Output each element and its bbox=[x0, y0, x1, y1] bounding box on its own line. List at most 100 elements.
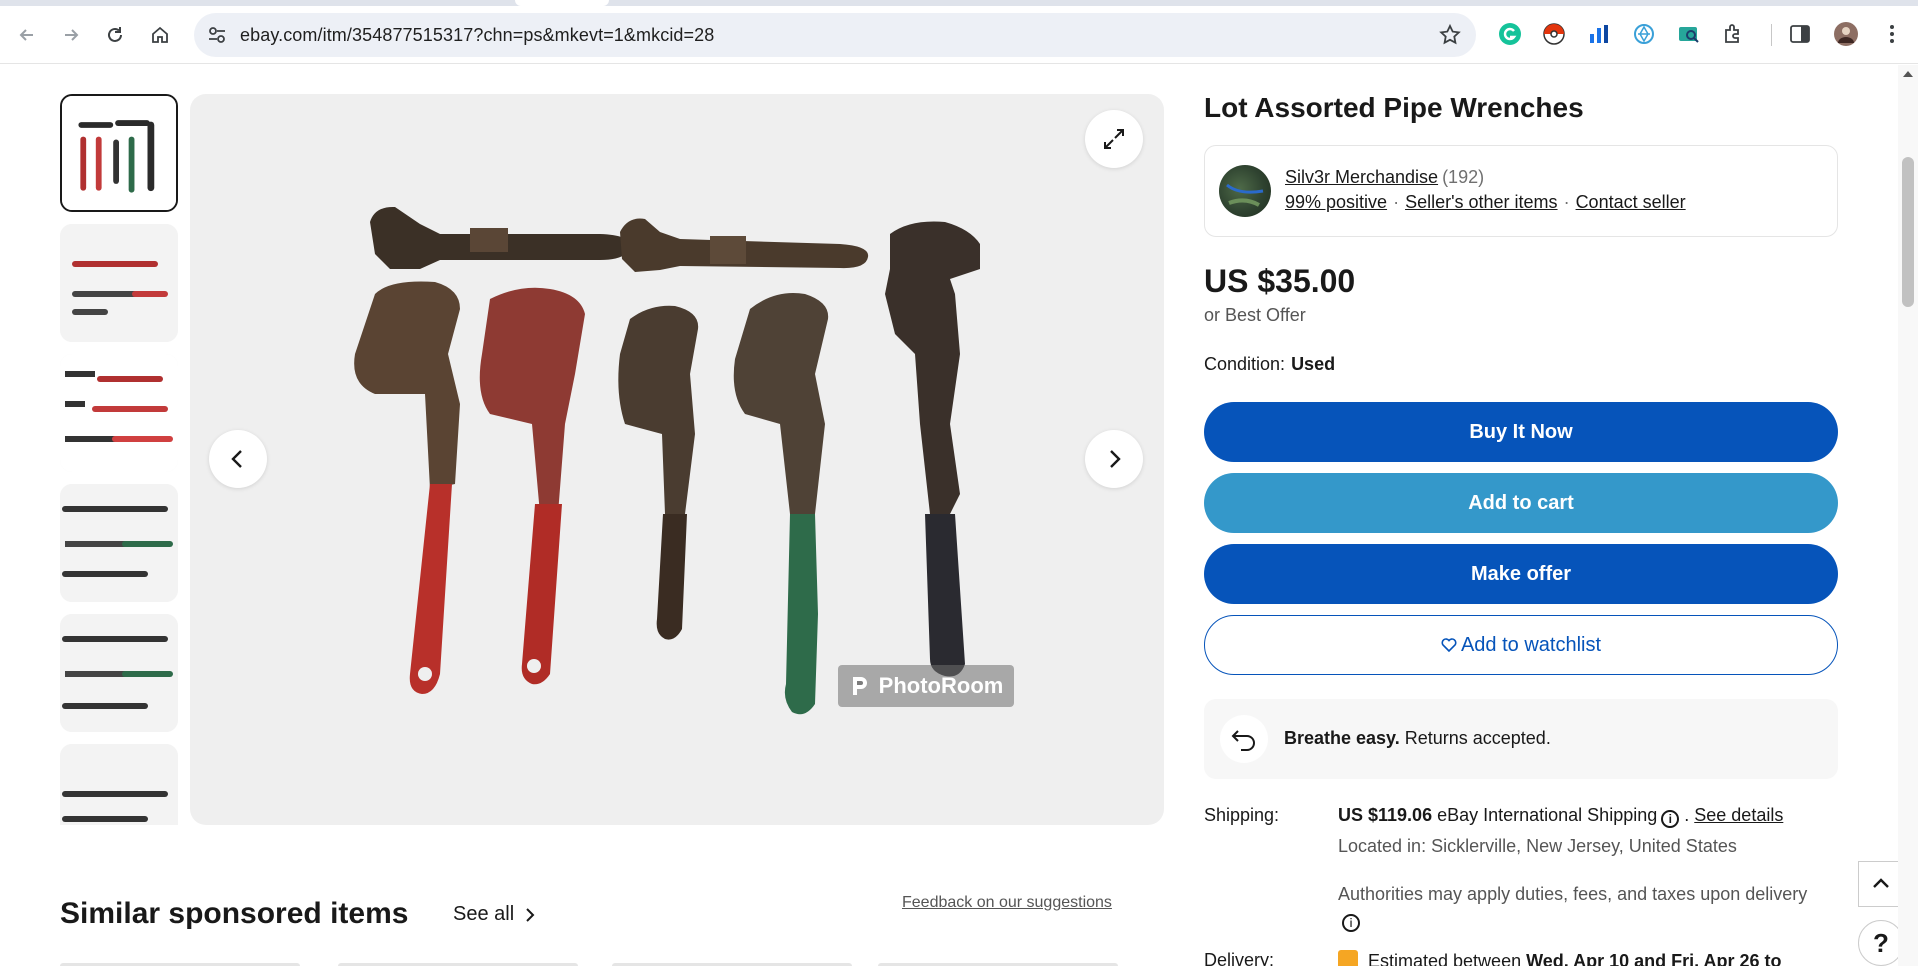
thumbnail-2[interactable] bbox=[60, 224, 178, 342]
monkey-wrench-dark bbox=[885, 221, 980, 677]
chevron-left-icon bbox=[231, 450, 242, 468]
grammarly-icon[interactable] bbox=[1498, 22, 1522, 46]
question-mark-icon: ? bbox=[1873, 927, 1889, 958]
photoroom-logo-icon bbox=[852, 677, 867, 695]
heart-icon bbox=[1441, 638, 1457, 653]
add-to-cart-button[interactable]: Add to cart bbox=[1204, 473, 1838, 533]
feedback-on-suggestions-link[interactable]: Feedback on our suggestions bbox=[902, 894, 1112, 912]
product-photo bbox=[354, 206, 980, 715]
duties-notice: Authorities may apply duties, fees, and … bbox=[1338, 882, 1808, 932]
thumbnail-6[interactable] bbox=[60, 744, 178, 825]
chart-icon[interactable] bbox=[1587, 22, 1611, 46]
page-scrollbar[interactable] bbox=[1898, 65, 1918, 966]
delivery-info: Estimated between Wed, Apr 10 and Fri, A… bbox=[1338, 950, 1781, 966]
puzzle-icon[interactable] bbox=[1722, 22, 1746, 46]
site-settings-icon[interactable] bbox=[206, 24, 228, 46]
best-offer-text: or Best Offer bbox=[1204, 305, 1306, 325]
shipping-amount: US $119.06 bbox=[1338, 805, 1433, 825]
next-image-button[interactable] bbox=[1085, 430, 1143, 488]
tab-strip bbox=[0, 0, 1918, 6]
thumbnail-4[interactable] bbox=[60, 484, 178, 602]
arrow-left-icon bbox=[19, 29, 33, 41]
item-price: US $35.00 bbox=[1204, 263, 1356, 299]
url-text: ebay.com/itm/354877515317?chn=ps&mkevt=1… bbox=[240, 25, 715, 45]
duties-text: Authorities may apply duties, fees, and … bbox=[1338, 884, 1808, 904]
seller-name-link[interactable]: Silv3r Merchandise bbox=[1285, 167, 1438, 187]
condition-row: Condition: Used bbox=[1204, 354, 1335, 375]
condition-label: Condition: bbox=[1204, 354, 1286, 374]
returns-text: Breathe easy. Returns accepted. bbox=[1284, 728, 1551, 749]
thumbnail-5[interactable] bbox=[60, 614, 178, 732]
scrollbar-thumb[interactable] bbox=[1902, 157, 1914, 307]
main-product-image[interactable]: PhotoRoom bbox=[190, 94, 1164, 825]
delivery-dates: Wed, Apr 10 and Fri, Apr 26 to bbox=[1526, 951, 1782, 966]
returns-rest-text: Returns accepted. bbox=[1399, 728, 1551, 748]
chevron-right-icon bbox=[1110, 450, 1121, 468]
arrow-right-icon bbox=[65, 29, 79, 41]
gem-icon[interactable] bbox=[1632, 22, 1656, 46]
seller-avatar[interactable] bbox=[1219, 165, 1271, 217]
thumbnail-1[interactable] bbox=[60, 94, 178, 212]
chevron-right-icon bbox=[526, 907, 535, 922]
shipping-label: Shipping: bbox=[1204, 805, 1280, 825]
similar-items-heading: Similar sponsored items bbox=[60, 897, 409, 930]
watchlist-label: Add to watchlist bbox=[1460, 633, 1602, 656]
make-offer-button[interactable]: Make offer bbox=[1204, 544, 1838, 604]
seller-feedback-count: (192) bbox=[1442, 167, 1485, 187]
active-tab[interactable] bbox=[515, 0, 609, 6]
forward-button[interactable] bbox=[54, 18, 88, 52]
toolbar-divider bbox=[1771, 24, 1772, 46]
watermark-text: PhotoRoom bbox=[878, 673, 1004, 698]
back-button[interactable] bbox=[10, 18, 44, 52]
side-panel-icon[interactable] bbox=[1788, 22, 1812, 46]
delivery-flag-icon bbox=[1338, 950, 1358, 966]
returns-banner: Breathe easy. Returns accepted. bbox=[1204, 699, 1838, 779]
separator-dot: · bbox=[1393, 192, 1400, 212]
contact-seller-link[interactable]: Contact seller bbox=[1576, 192, 1686, 212]
separator-dot: · bbox=[1563, 192, 1570, 212]
see-all-link[interactable]: See all bbox=[453, 903, 538, 926]
returns-bold-text: Breathe easy. bbox=[1284, 728, 1400, 748]
home-button[interactable] bbox=[143, 18, 177, 52]
browser-toolbar: ebay.com/itm/354877515317?chn=ps&mkevt=1… bbox=[0, 0, 1918, 64]
scroll-up-arrow-icon[interactable] bbox=[1903, 71, 1913, 77]
see-all-label: See all bbox=[453, 903, 515, 925]
seller-positive-feedback-link[interactable]: 99% positive bbox=[1285, 192, 1387, 212]
fullscreen-button[interactable] bbox=[1085, 110, 1143, 168]
seller-name-row: Silv3r Merchandise (192) bbox=[1285, 167, 1484, 188]
pipe-wrench-red-1 bbox=[354, 281, 460, 694]
thumbnail-3[interactable] bbox=[60, 354, 178, 472]
return-arrow-icon bbox=[1220, 715, 1268, 763]
delivery-label: Delivery: bbox=[1204, 950, 1275, 966]
info-icon[interactable]: i bbox=[1342, 914, 1360, 932]
previous-image-button[interactable] bbox=[209, 430, 267, 488]
shipping-separator: . bbox=[1679, 805, 1695, 825]
profile-avatar[interactable] bbox=[1834, 22, 1858, 46]
seller-other-items-link[interactable]: Seller's other items bbox=[1405, 192, 1558, 212]
listing-title: Lot Assorted Pipe Wrenches bbox=[1204, 92, 1584, 123]
pipe-wrench-green bbox=[733, 293, 829, 715]
add-to-watchlist-button[interactable]: Add to watchlist bbox=[1204, 615, 1838, 675]
reload-icon bbox=[108, 27, 122, 42]
more-menu-icon[interactable] bbox=[1880, 22, 1904, 46]
pokeball-icon[interactable] bbox=[1542, 22, 1566, 46]
seller-card: Silv3r Merchandise (192) 99% positive · Sel… bbox=[1204, 145, 1838, 237]
see-details-link[interactable]: See details bbox=[1694, 805, 1783, 825]
search-extension-icon[interactable] bbox=[1677, 22, 1701, 46]
info-icon[interactable]: i bbox=[1661, 810, 1680, 828]
expand-icon bbox=[1104, 129, 1124, 149]
chevron-up-icon bbox=[1873, 878, 1889, 888]
address-bar[interactable]: ebay.com/itm/354877515317?chn=ps&mkevt=1… bbox=[194, 13, 1476, 57]
buy-it-now-button[interactable]: Buy It Now bbox=[1204, 402, 1838, 462]
seller-links: 99% positive · Seller's other items · Contac… bbox=[1285, 192, 1686, 213]
condition-value: Used bbox=[1291, 354, 1336, 374]
pipe-wrench-small-wooden bbox=[618, 305, 699, 640]
pipe-wrench-red-2 bbox=[479, 287, 585, 685]
reload-button[interactable] bbox=[98, 18, 132, 52]
adjustable-wrench-top-middle bbox=[620, 218, 869, 272]
adjustable-wrench-top-left bbox=[370, 206, 630, 269]
bookmark-star-icon[interactable] bbox=[1438, 23, 1462, 47]
home-icon bbox=[152, 26, 168, 43]
shipping-method: eBay International Shipping bbox=[1432, 805, 1658, 825]
photoroom-watermark: PhotoRoom bbox=[838, 665, 1014, 707]
